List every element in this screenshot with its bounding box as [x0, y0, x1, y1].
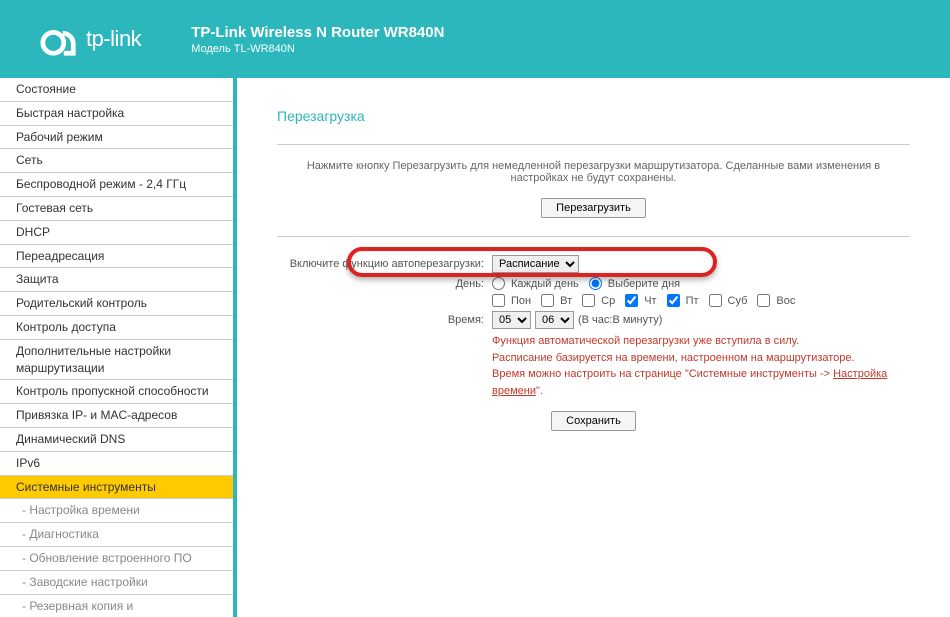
sidebar-item[interactable]: Быстрая настройка: [0, 102, 233, 126]
sidebar-item[interactable]: Состояние: [0, 78, 233, 102]
header-titles: TP-Link Wireless N Router WR840N Модель …: [191, 24, 444, 55]
divider: [277, 144, 910, 145]
day-label: Чт: [644, 295, 656, 307]
sidebar-item[interactable]: Родительский контроль: [0, 292, 233, 316]
day-checkbox[interactable]: [757, 294, 770, 307]
day-label: Вт: [560, 295, 572, 307]
day-label: Вос: [776, 295, 795, 307]
sidebar-item[interactable]: - Резервная копия и восстановление: [0, 595, 233, 617]
day-label: Суб: [728, 295, 748, 307]
sidebar-item[interactable]: Переадресация: [0, 245, 233, 269]
sidebar-item[interactable]: Системные инструменты: [0, 476, 233, 500]
sidebar-item[interactable]: Сеть: [0, 149, 233, 173]
sidebar-item[interactable]: Рабочий режим: [0, 126, 233, 150]
sidebar-item[interactable]: - Настройка времени: [0, 499, 233, 523]
tplink-logo-icon: [40, 20, 78, 58]
sidebar-item[interactable]: DHCP: [0, 221, 233, 245]
day-checkbox[interactable]: [709, 294, 722, 307]
day-label: День:: [277, 278, 492, 290]
day-label: Пт: [686, 295, 699, 307]
enable-autoreload-select[interactable]: Расписание: [492, 255, 579, 273]
everyday-label: Каждый день: [511, 278, 579, 290]
sidebar-item[interactable]: Привязка IP- и MAC-адресов: [0, 404, 233, 428]
everyday-radio[interactable]: [492, 277, 505, 290]
sidebar-item[interactable]: - Обновление встроенного ПО: [0, 547, 233, 571]
day-checkbox[interactable]: [582, 294, 595, 307]
sidebar-item[interactable]: Дополнительные настройки маршрутизации: [0, 340, 233, 381]
sidebar-item[interactable]: Контроль пропускной способности: [0, 380, 233, 404]
time-label: Время:: [277, 314, 492, 326]
sidebar-item[interactable]: Защита: [0, 268, 233, 292]
sidebar-item[interactable]: IPv6: [0, 452, 233, 476]
sidebar-item[interactable]: - Диагностика: [0, 523, 233, 547]
day-label: Пон: [511, 295, 531, 307]
note-line-1: Функция автоматической перезагрузки уже …: [492, 333, 910, 350]
day-label: Ср: [601, 295, 615, 307]
selectdays-radio[interactable]: [589, 277, 602, 290]
sidebar-item[interactable]: Беспроводной режим - 2,4 ГГц: [0, 173, 233, 197]
day-checkbox[interactable]: [625, 294, 638, 307]
note-block: Функция автоматической перезагрузки уже …: [492, 333, 910, 399]
note-line-2: Расписание базируется на времени, настро…: [492, 350, 910, 367]
header: tp-link TP-Link Wireless N Router WR840N…: [0, 0, 950, 78]
sidebar-item[interactable]: Контроль доступа: [0, 316, 233, 340]
reboot-button[interactable]: Перезагрузить: [541, 198, 646, 218]
sidebar-item[interactable]: - Заводские настройки: [0, 571, 233, 595]
header-subtitle: Модель TL-WR840N: [191, 43, 444, 55]
logo-text: tp-link: [86, 26, 141, 52]
sidebar: СостояниеБыстрая настройкаРабочий режимС…: [0, 78, 233, 617]
save-button[interactable]: Сохранить: [551, 411, 636, 431]
time-hint: (В час:В минуту): [578, 314, 662, 326]
selectdays-label: Выберите дня: [608, 278, 680, 290]
minute-select[interactable]: 06: [535, 311, 574, 329]
day-checkbox[interactable]: [541, 294, 554, 307]
enable-autoreload-label: Включите функцию автоперезагрузки:: [277, 258, 492, 270]
day-checkbox[interactable]: [492, 294, 505, 307]
logo: tp-link: [40, 20, 141, 58]
content: Перезагрузка Нажмите кнопку Перезагрузит…: [237, 78, 950, 617]
sidebar-item[interactable]: Гостевая сеть: [0, 197, 233, 221]
sidebar-item[interactable]: Динамический DNS: [0, 428, 233, 452]
hour-select[interactable]: 05: [492, 311, 531, 329]
day-checkbox[interactable]: [667, 294, 680, 307]
divider: [277, 236, 910, 237]
page-title: Перезагрузка: [277, 108, 910, 124]
note-line-3: Время можно настроить на странице "Систе…: [492, 366, 910, 399]
header-title: TP-Link Wireless N Router WR840N: [191, 24, 444, 41]
description: Нажмите кнопку Перезагрузить для немедле…: [277, 160, 910, 184]
